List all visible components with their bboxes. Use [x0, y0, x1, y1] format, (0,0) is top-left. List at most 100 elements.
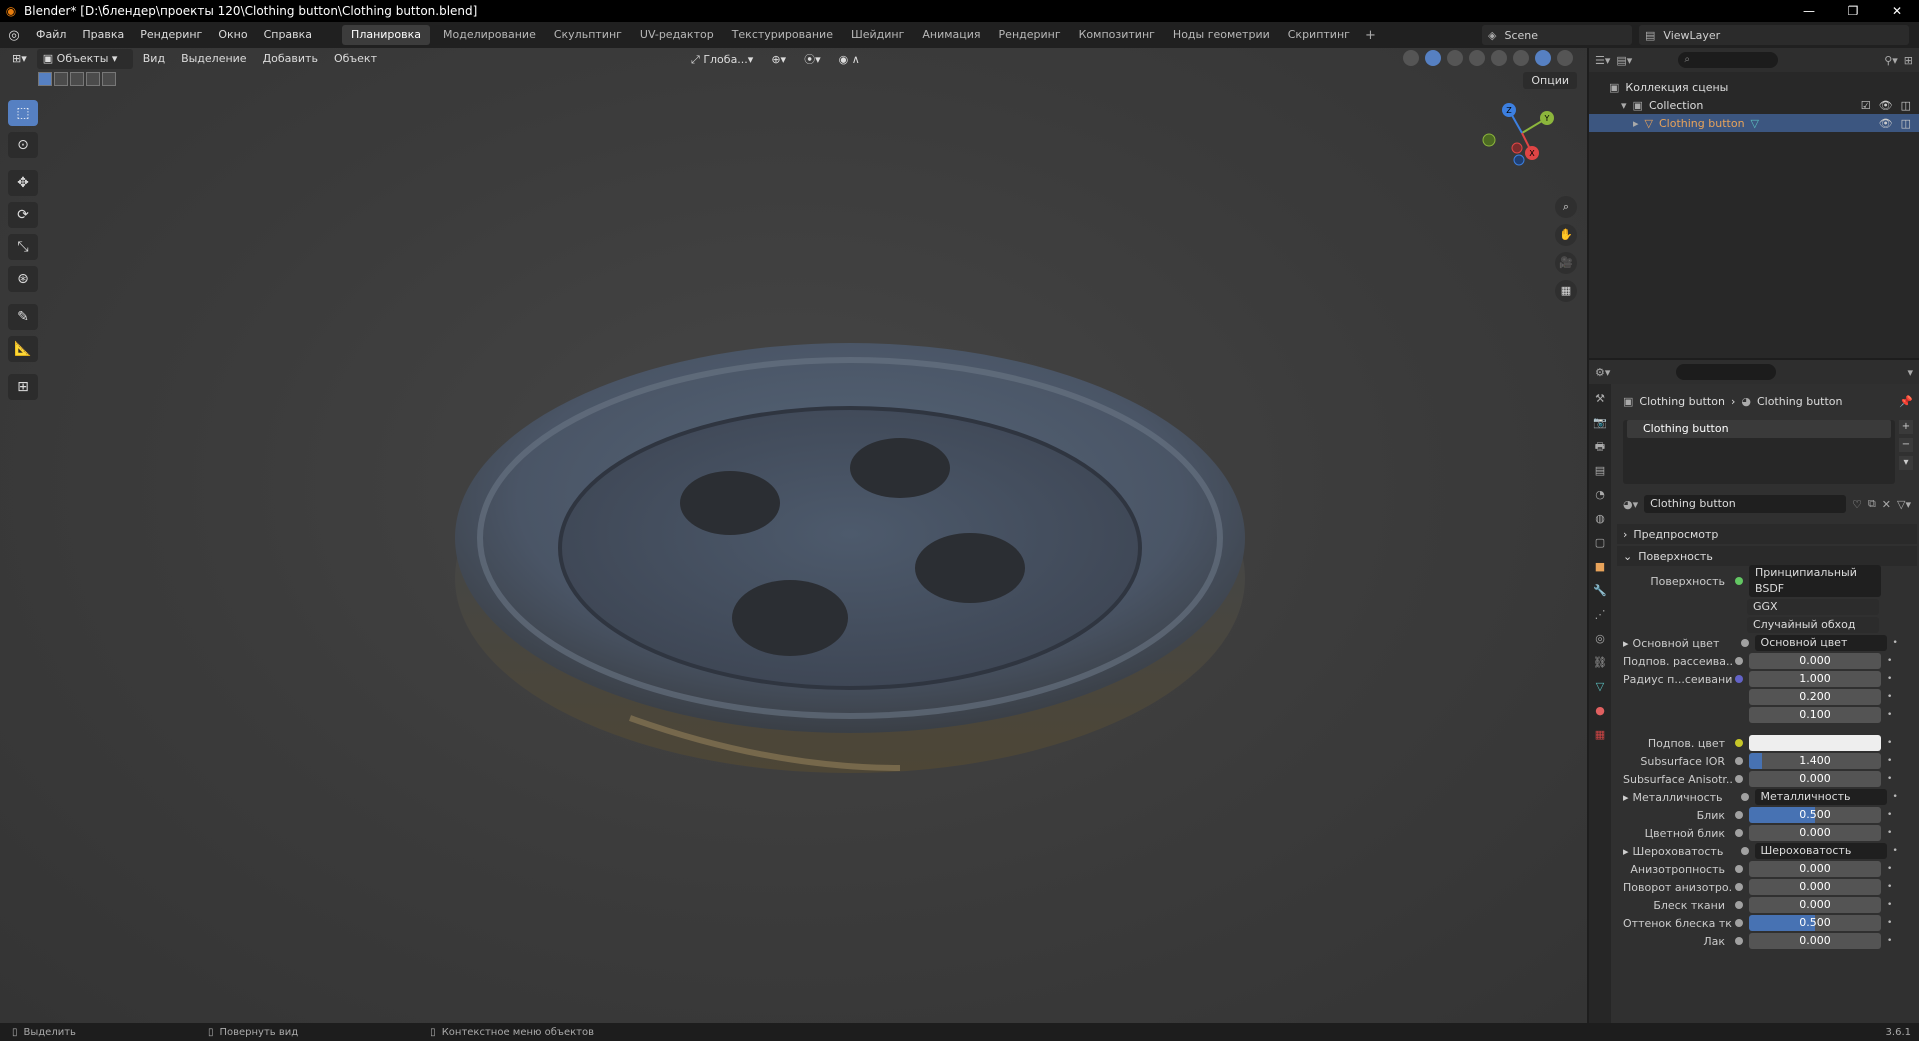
value-field[interactable]: 1.000 [1749, 671, 1881, 687]
value-field[interactable]: Металличность [1754, 789, 1887, 805]
pan-hand-icon[interactable]: ✋ [1555, 224, 1577, 246]
keyframe-dot-icon[interactable]: • [1887, 900, 1892, 910]
world-tab-icon[interactable]: ◍ [1593, 512, 1607, 526]
prop-label[interactable]: Металличность [1629, 791, 1739, 804]
tab-shading[interactable]: Шейдинг [842, 22, 913, 48]
socket-icon[interactable] [1735, 775, 1743, 783]
outliner-editor-icon[interactable]: ☰▾ [1595, 54, 1610, 67]
keyframe-dot-icon[interactable]: • [1887, 692, 1892, 702]
transform-icon[interactable]: ⊛ [8, 266, 38, 292]
value-field[interactable]: Основной цвет [1754, 635, 1887, 651]
measure-icon[interactable]: 📐 [8, 336, 38, 362]
object-tab-icon[interactable]: ■ [1593, 560, 1607, 574]
value-field[interactable]: Шероховатость [1754, 843, 1887, 859]
modifier-tab-icon[interactable]: 🔧 [1593, 584, 1607, 598]
wireframe-shading-icon[interactable] [1491, 50, 1507, 66]
keyframe-dot-icon[interactable]: • [1887, 864, 1892, 874]
add-cube-icon[interactable]: ⊞ [8, 374, 38, 400]
chevron-down-icon[interactable]: ▾ [1907, 366, 1913, 379]
menu-window[interactable]: Окно [210, 22, 255, 48]
camera-icon[interactable]: ◫ [1901, 117, 1911, 130]
menu-select[interactable]: Выделение [175, 49, 253, 69]
camera-view-icon[interactable]: 🎥 [1555, 252, 1577, 274]
socket-icon[interactable] [1735, 937, 1743, 945]
output-tab-icon[interactable]: 🖶 [1593, 440, 1607, 454]
zoom-icon[interactable]: ⌕ [1555, 196, 1577, 218]
select-box-icon[interactable]: ⬚ [8, 100, 38, 126]
tab-layout[interactable]: Планировка [342, 25, 431, 45]
pin-icon[interactable]: 📌 [1899, 395, 1913, 408]
select-intersect-icon[interactable] [102, 72, 116, 86]
tab-sculpting[interactable]: Скульптинг [545, 22, 631, 48]
socket-icon[interactable] [1735, 757, 1743, 765]
select-subtract-icon[interactable] [70, 72, 84, 86]
xray-icon[interactable] [1469, 50, 1485, 66]
value-field[interactable]: 0.000 [1749, 879, 1881, 895]
gizmo-neg-y-icon[interactable] [1482, 133, 1496, 147]
grid-view-icon[interactable]: ▦ [1555, 280, 1577, 302]
slot-specials-button[interactable]: ▾ [1899, 456, 1913, 470]
duplicate-material-icon[interactable]: ⧉ [1868, 497, 1876, 511]
tab-texture-paint[interactable]: Текстурирование [723, 22, 842, 48]
mode-selector[interactable]: ▣ Объекты ▾ [36, 49, 133, 69]
gizmo-toggle-icon[interactable] [1425, 50, 1441, 66]
pivot-icon[interactable]: ⊕▾ [765, 50, 792, 70]
data-tab-icon[interactable]: ▽ [1593, 680, 1607, 694]
keyframe-dot-icon[interactable]: • [1893, 638, 1898, 648]
properties-search-input[interactable] [1676, 364, 1777, 380]
menu-object[interactable]: Объект [328, 49, 383, 69]
keyframe-dot-icon[interactable]: • [1893, 792, 1898, 802]
constraints-tab-icon[interactable]: ⛓ [1593, 656, 1607, 670]
socket-icon[interactable] [1735, 657, 1743, 665]
tab-scripting[interactable]: Скриптинг [1279, 22, 1359, 48]
overlay-toggle-icon[interactable] [1447, 50, 1463, 66]
proportional-edit-icon[interactable]: ◉ ∧ [833, 50, 866, 70]
outliner-scene-collection[interactable]: ▣ Коллекция сцены [1589, 78, 1919, 96]
panel-preview[interactable]: › Предпросмотр [1617, 524, 1917, 544]
editor-type-icon[interactable]: ⊞▾ [6, 49, 33, 69]
keyframe-dot-icon[interactable]: • [1887, 738, 1892, 748]
socket-icon[interactable] [1740, 847, 1749, 855]
select-extend-icon[interactable] [54, 72, 68, 86]
value-field[interactable]: 0.500 [1749, 915, 1881, 931]
subsurface-method-select[interactable]: Случайный обход [1747, 617, 1879, 633]
socket-icon[interactable] [1735, 919, 1743, 927]
navigation-gizmo[interactable]: Y Z X [1477, 88, 1567, 178]
select-new-icon[interactable] [38, 72, 52, 86]
menu-file[interactable]: Файл [28, 22, 74, 48]
outliner-search-input[interactable]: ⌕ [1678, 52, 1779, 68]
solid-shading-icon[interactable] [1513, 50, 1529, 66]
texture-tab-icon[interactable]: ▦ [1593, 728, 1607, 742]
cursor-icon[interactable]: ⊙ [8, 132, 38, 158]
add-workspace-icon[interactable]: + [1359, 28, 1382, 43]
checkbox-icon[interactable]: ☑ [1861, 99, 1871, 112]
render-tab-icon[interactable]: 📷 [1593, 416, 1607, 430]
node-filter-icon[interactable]: ▽▾ [1897, 498, 1911, 511]
value-field[interactable]: 0.000 [1749, 897, 1881, 913]
value-field[interactable]: 0.000 [1749, 861, 1881, 877]
value-field[interactable]: 0.000 [1749, 771, 1881, 787]
socket-icon[interactable] [1740, 793, 1749, 801]
color-swatch[interactable] [1749, 735, 1881, 751]
prop-label[interactable]: Основной цвет [1629, 637, 1739, 650]
physics-tab-icon[interactable]: ◎ [1593, 632, 1607, 646]
tab-animation[interactable]: Анимация [913, 22, 989, 48]
scale-icon[interactable]: ⤡ [8, 234, 38, 260]
keyframe-dot-icon[interactable]: • [1887, 810, 1892, 820]
keyframe-dot-icon[interactable]: • [1887, 674, 1892, 684]
viewport-3d[interactable]: ⊞▾ ▣ Объекты ▾ Вид Выделение Добавить Об… [0, 48, 1587, 1023]
socket-icon[interactable] [1735, 577, 1743, 585]
keyframe-dot-icon[interactable]: • [1887, 656, 1892, 666]
menu-add[interactable]: Добавить [257, 49, 324, 69]
keyframe-dot-icon[interactable]: • [1887, 882, 1892, 892]
menu-edit[interactable]: Правка [74, 22, 132, 48]
socket-icon[interactable] [1735, 883, 1743, 891]
eye-icon[interactable]: 👁 [1879, 99, 1893, 112]
socket-icon[interactable] [1735, 829, 1743, 837]
tab-uv-editing[interactable]: UV-редактор [631, 22, 723, 48]
keyframe-dot-icon[interactable]: • [1887, 936, 1892, 946]
material-slot[interactable]: Clothing button [1627, 420, 1891, 438]
transform-orientation[interactable]: ⤢ Глоба...▾ [685, 50, 759, 70]
annotate-icon[interactable]: ✎ [8, 304, 38, 330]
blender-menu-icon[interactable]: ◎ [0, 28, 28, 43]
